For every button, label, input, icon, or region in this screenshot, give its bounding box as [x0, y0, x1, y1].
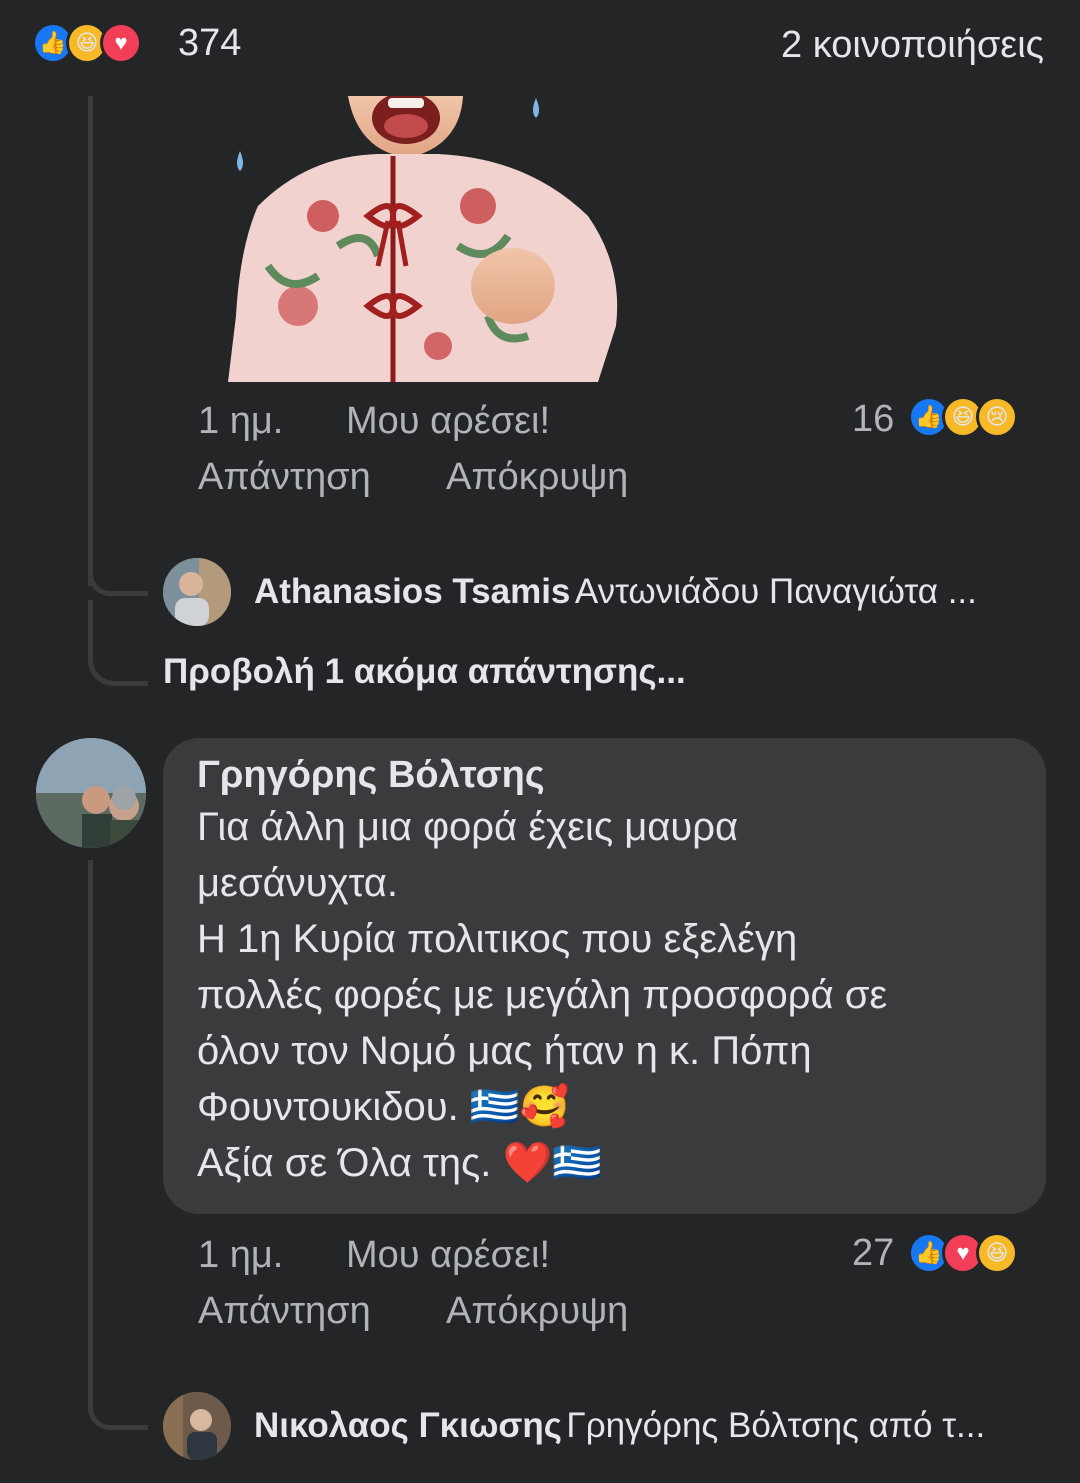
comment-author[interactable]: Γρηγόρης Βόλτσης: [197, 754, 1012, 797]
post-reactions[interactable]: 👍 😆 ♥: [32, 22, 142, 64]
sticker-image: [228, 92, 618, 382]
comment-line: Η 1η Κυρία πολιτικος που εξελέγη: [197, 917, 798, 961]
avatar[interactable]: [163, 1392, 231, 1460]
avatar[interactable]: [36, 738, 146, 848]
view-more-replies[interactable]: Προβολή 1 ακόμα απάντησης...: [163, 652, 686, 692]
like-comment-button[interactable]: Μου αρέσει!: [346, 400, 550, 443]
comment-reactions[interactable]: 👍 😆 😢: [908, 396, 1018, 438]
like-comment-button[interactable]: Μου αρέσει!: [346, 1234, 550, 1277]
reply-text: Αντωνιάδου Παναγιώτα ...: [574, 572, 977, 611]
comment-reaction-count[interactable]: 16: [852, 398, 894, 441]
thread-connector: [88, 560, 148, 596]
reply-button[interactable]: Απάντηση: [198, 456, 371, 499]
thread-connector: [88, 600, 148, 686]
reply-author[interactable]: Athanasios Tsamis: [254, 572, 570, 611]
comment-line: Αξία σε Όλα της. ❤️🇬🇷: [197, 1141, 603, 1185]
thread-connector: [88, 1380, 148, 1430]
reply-preview[interactable]: Νικολαος Γκιωσης Γρηγόρης Βόλτσης από τ.…: [254, 1406, 985, 1446]
haha-reaction-icon: 😆: [976, 1232, 1018, 1274]
comment-line: πολλές φορές με μεγάλη προσφορά σε: [197, 973, 888, 1017]
share-count[interactable]: 2 κοινοποιήσεις: [781, 24, 1044, 67]
post-reaction-count[interactable]: 374: [178, 22, 241, 65]
love-reaction-icon: ♥: [100, 22, 142, 64]
reply-preview[interactable]: Athanasios Tsamis Αντωνιάδου Παναγιώτα .…: [254, 572, 977, 612]
sad-reaction-icon: 😢: [976, 396, 1018, 438]
comment-bubble: Γρηγόρης Βόλτσης Για άλλη μια φορά έχεις…: [163, 738, 1046, 1214]
comment-text: Για άλλη μια φορά έχεις μαυρα μεσάνυχτα.…: [197, 799, 1012, 1191]
reply-author[interactable]: Νικολαος Γκιωσης: [254, 1406, 562, 1445]
avatar[interactable]: [163, 558, 231, 626]
comment-time: 1 ημ.: [198, 400, 284, 442]
hide-button[interactable]: Απόκρυψη: [446, 456, 628, 499]
hide-button[interactable]: Απόκρυψη: [446, 1290, 628, 1333]
comment-line: όλον τον Νομό μας ήταν η κ. Πόπη: [197, 1029, 812, 1073]
thread-line: [88, 96, 93, 586]
comment-time: 1 ημ.: [198, 1234, 284, 1276]
reply-text: Γρηγόρης Βόλτσης από τ...: [566, 1406, 986, 1445]
comment-line: Φουντουκιδου. 🇬🇷🥰: [197, 1085, 570, 1129]
reply-button[interactable]: Απάντηση: [198, 1290, 371, 1333]
thread-line: [88, 860, 93, 1405]
comment-reaction-count[interactable]: 27: [852, 1232, 894, 1275]
comment-line: μεσάνυχτα.: [197, 861, 399, 905]
comment-reactions[interactable]: 👍 ♥ 😆: [908, 1232, 1018, 1274]
comment-line: Για άλλη μια φορά έχεις μαυρα: [197, 805, 739, 849]
